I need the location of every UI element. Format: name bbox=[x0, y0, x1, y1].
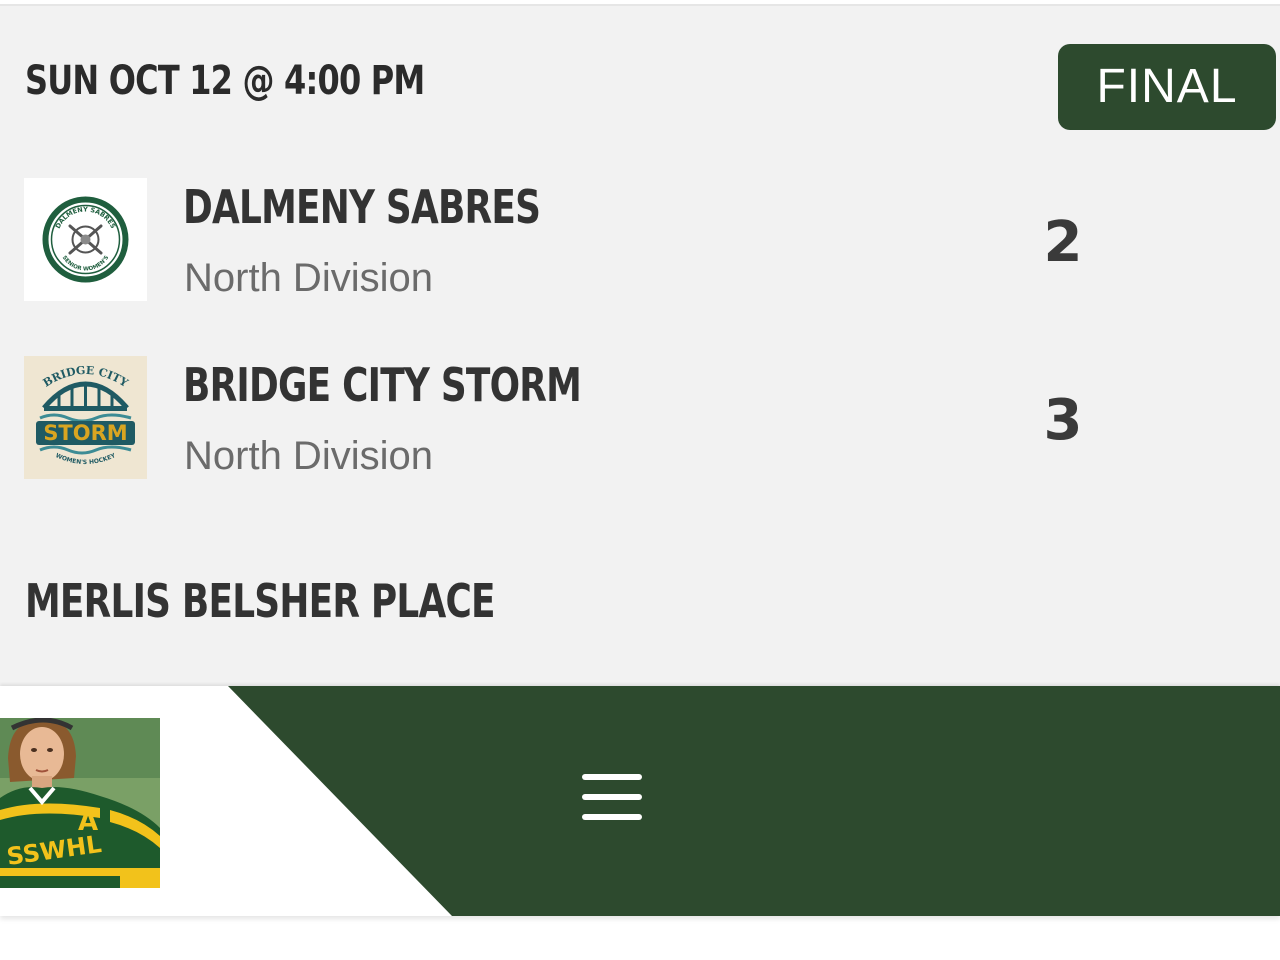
hamburger-menu-icon[interactable] bbox=[572, 766, 652, 836]
game-datetime: SUN OCT 12 @ 4:00 PM bbox=[25, 58, 425, 104]
status-badge: FINAL bbox=[1058, 44, 1276, 130]
menu-line-bottom bbox=[582, 814, 642, 820]
menu-line-middle bbox=[582, 794, 642, 800]
team-division: North Division bbox=[184, 434, 433, 478]
venue-name: MERLIS BELSHER PLACE bbox=[25, 574, 496, 628]
team-score: 2 bbox=[1043, 210, 1083, 275]
storm-logo-main-text: STORM bbox=[43, 421, 127, 445]
team-name: DALMENY SABRES bbox=[183, 180, 541, 234]
menu-line-top bbox=[582, 774, 642, 780]
team-row-dalmeny-sabres[interactable]: DALMENY SABRES SENIOR WOMEN'S DALMENY SA… bbox=[0, 178, 1280, 303]
team-row-bridge-city-storm[interactable]: BRIDGE CITY STORM WOMEN'S HOCKEY BRIDGE … bbox=[0, 356, 1280, 481]
game-page: SUN OCT 12 @ 4:00 PM FINAL DALMENY SABRE… bbox=[0, 0, 1280, 960]
team-score: 3 bbox=[1043, 388, 1083, 453]
team-name: BRIDGE CITY STORM bbox=[183, 358, 582, 412]
sswhl-player-logo-icon[interactable]: A SSWHL bbox=[0, 718, 160, 888]
bridge-city-storm-logo-icon: BRIDGE CITY STORM WOMEN'S HOCKEY bbox=[24, 356, 147, 479]
team-division: North Division bbox=[184, 256, 433, 300]
game-card[interactable]: SUN OCT 12 @ 4:00 PM FINAL DALMENY SABRE… bbox=[0, 4, 1280, 686]
bottom-nav-bar: A SSWHL bbox=[0, 686, 1280, 916]
dalmeny-sabres-logo-icon: DALMENY SABRES SENIOR WOMEN'S bbox=[24, 178, 147, 301]
